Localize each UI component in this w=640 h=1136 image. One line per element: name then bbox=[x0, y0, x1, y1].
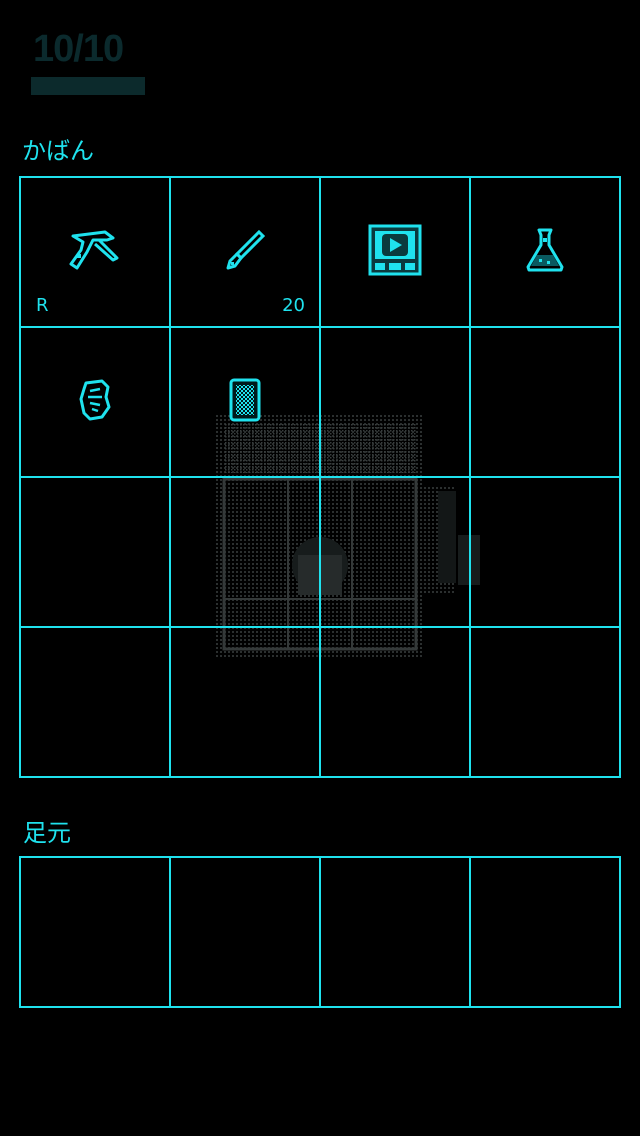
bag-slot[interactable] bbox=[321, 478, 471, 628]
hp-bar-fill bbox=[31, 77, 145, 95]
bag-slot[interactable] bbox=[471, 478, 621, 628]
floor-grid bbox=[19, 856, 621, 1008]
brush-icon bbox=[225, 229, 266, 274]
video-device-icon bbox=[368, 224, 422, 280]
floor-title: 足元 bbox=[23, 819, 71, 847]
ore-chunk-icon bbox=[78, 379, 112, 425]
floor-slot[interactable] bbox=[171, 858, 321, 1008]
floor-slot[interactable] bbox=[471, 858, 621, 1008]
floor-slot[interactable] bbox=[21, 858, 171, 1008]
bag-slot[interactable] bbox=[171, 478, 321, 628]
flask-icon bbox=[525, 227, 565, 277]
bag-slot[interactable] bbox=[471, 328, 621, 478]
bag-slot[interactable] bbox=[21, 628, 171, 778]
floor-slot[interactable] bbox=[321, 858, 471, 1008]
bag-slot[interactable] bbox=[171, 628, 321, 778]
bag-slot[interactable]: 20 bbox=[171, 178, 321, 328]
hp-bar bbox=[31, 77, 145, 95]
bag-slot[interactable]: R bbox=[21, 178, 171, 328]
card-icon bbox=[229, 378, 261, 426]
item-count-label: 20 bbox=[282, 295, 305, 316]
bag-slot[interactable] bbox=[321, 328, 471, 478]
bag-title: かばん bbox=[22, 137, 94, 165]
bag-slot[interactable] bbox=[21, 478, 171, 628]
bag-slot[interactable] bbox=[321, 628, 471, 778]
pickaxe-icon bbox=[69, 228, 121, 276]
bag-slot[interactable] bbox=[321, 178, 471, 328]
hp-counter: 10/10 bbox=[33, 28, 124, 70]
item-rank-label: R bbox=[36, 295, 49, 316]
bag-slot[interactable] bbox=[21, 328, 171, 478]
bag-grid: R 20 bbox=[19, 176, 621, 778]
bag-slot[interactable] bbox=[471, 178, 621, 328]
bag-slot[interactable] bbox=[471, 628, 621, 778]
bag-slot[interactable] bbox=[171, 328, 321, 478]
